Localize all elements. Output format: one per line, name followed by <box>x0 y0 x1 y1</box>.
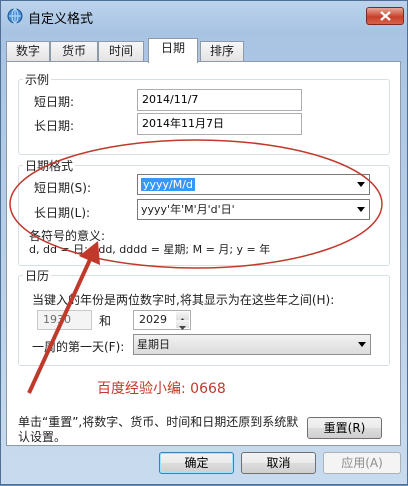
legend-text: d, dd = 日; ddd, dddd = 星期; M = 月; y = 年 <box>29 243 271 256</box>
date-format-heading: 日期格式 <box>23 157 76 174</box>
first-day-value[interactable]: 星期日 <box>137 338 170 351</box>
tab-strip: 数字 货币 时间 日期 排序 <box>6 38 402 63</box>
and-label: 和 <box>99 314 112 328</box>
dialog-window: 自定义格式 数字 货币 时间 日期 排序 示例 短日期: 2014/11/7 长… <box>0 0 408 485</box>
year-to-spinner[interactable]: 2029 <box>133 310 191 330</box>
chevron-down-icon[interactable] <box>358 342 366 347</box>
long-date-combo[interactable]: yyyy'年'M'月'd'日' <box>137 199 370 220</box>
short-date-combo[interactable]: yyyy/M/d <box>137 174 370 195</box>
tab-time[interactable]: 时间 <box>98 41 144 61</box>
example-long-value: 2014年11月7日 <box>137 113 302 135</box>
ok-button[interactable]: 确定 <box>159 452 234 474</box>
examples-heading: 示例 <box>23 71 52 88</box>
reset-description: 单击“重置”,将数字、货币、时间和日期还原到系统默认设置。 <box>18 415 299 444</box>
example-long-label: 长日期: <box>34 119 75 133</box>
spin-buttons[interactable] <box>176 312 189 330</box>
tab-number[interactable]: 数字 <box>6 41 50 61</box>
close-icon <box>380 11 391 21</box>
watermark-caption: 百度经验小编: 0668 <box>97 381 226 397</box>
spin-down-icon[interactable] <box>176 320 189 330</box>
calendar-heading: 日历 <box>23 267 52 284</box>
title-bar[interactable]: 自定义格式 <box>1 1 407 31</box>
tab-date[interactable]: 日期 <box>148 38 198 63</box>
first-day-combo[interactable]: 星期日 <box>133 334 371 355</box>
example-short-value: 2014/11/7 <box>137 89 302 111</box>
reset-button[interactable]: 重置(R) <box>307 417 382 439</box>
long-date-format-text[interactable]: yyyy'年'M'月'd'日' <box>141 203 235 216</box>
short-date-format-text[interactable]: yyyy/M/d <box>141 178 195 191</box>
spin-up-icon[interactable] <box>176 312 189 322</box>
year-to-value[interactable]: 2029 <box>139 313 167 326</box>
two-digit-year-label: 当键入的年份是两位数字时,将其显示为在这些年之间(H): <box>32 293 335 307</box>
close-button[interactable] <box>366 7 404 25</box>
first-day-label: 一周的第一天(F): <box>32 340 125 354</box>
long-date-label: 长日期(L): <box>34 206 91 220</box>
example-short-label: 短日期: <box>34 95 75 109</box>
globe-clock-icon <box>7 8 23 24</box>
chevron-down-icon[interactable] <box>357 182 365 187</box>
cancel-button[interactable]: 取消 <box>241 452 316 474</box>
window-title: 自定义格式 <box>28 12 94 27</box>
year-from-field: 1930 <box>37 310 92 330</box>
tab-sort[interactable]: 排序 <box>200 41 244 61</box>
chevron-down-icon[interactable] <box>357 207 365 212</box>
short-date-label: 短日期(S): <box>34 181 92 195</box>
apply-button[interactable]: 应用(A) <box>323 452 401 474</box>
tab-currency[interactable]: 货币 <box>50 41 98 61</box>
